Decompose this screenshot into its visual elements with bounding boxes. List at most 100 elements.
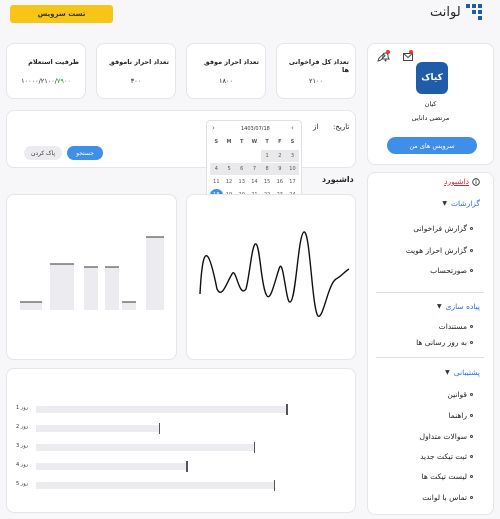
menu-label: گزارش فراخوانی xyxy=(413,224,467,233)
next-month-icon[interactable]: › xyxy=(212,124,215,132)
weekday: W xyxy=(251,139,258,145)
hbar xyxy=(36,406,286,413)
hbar-label: روز 3 xyxy=(16,443,29,449)
menu-label: صورتحساب xyxy=(430,266,467,275)
calendar-day[interactable]: 13 xyxy=(235,176,248,188)
calendar-day[interactable]: 7 xyxy=(248,163,261,175)
bullet-icon xyxy=(470,455,473,458)
menu-label: ثبت تیکت جدید xyxy=(420,452,467,461)
weekday: T xyxy=(265,139,269,145)
calendar-day[interactable]: 12 xyxy=(223,176,236,188)
stat-value: ۳۰۰ xyxy=(130,77,142,85)
logo-text: لوانت xyxy=(430,5,461,20)
hbar-end xyxy=(253,442,255,453)
sidebar-item-ticket-list[interactable]: لیست تیکت ها xyxy=(422,472,473,481)
bullet-icon xyxy=(470,269,473,272)
hbar-end xyxy=(186,461,188,472)
bullet-icon xyxy=(470,249,473,252)
bell-badge xyxy=(386,50,390,54)
sidebar-item-faq[interactable]: سوالات متداول xyxy=(420,432,473,441)
hbar-label: روز 4 xyxy=(16,462,29,468)
calendar-day[interactable]: 4 xyxy=(210,163,223,175)
bar-top xyxy=(105,266,119,268)
bullet-icon xyxy=(470,393,473,396)
sidebar-section-reports[interactable]: گزارشات ▼ xyxy=(442,199,480,208)
weekday: S xyxy=(214,139,219,145)
sidebar-section-implementation[interactable]: پیاده سازی ▼ xyxy=(437,302,480,311)
stat-value: ۲۱۰۰ xyxy=(309,77,323,85)
dashboard-title: داشبورد xyxy=(322,175,354,184)
stat-card-capacity: ظرفیت استعلام ۱۰۰۰۰/۲۱۰۰/۷۹۰۰ xyxy=(6,43,86,99)
sidebar-item-guide[interactable]: راهنما xyxy=(448,411,473,420)
calendar-day[interactable]: 8 xyxy=(260,163,274,175)
calendar-day[interactable]: 15 xyxy=(261,176,274,188)
bullet-icon xyxy=(470,325,473,328)
sidebar-item-invoice[interactable]: صورتحساب xyxy=(430,266,473,275)
hbar-end xyxy=(273,480,275,491)
sidebar-section-support[interactable]: پشتیبانی ▼ xyxy=(445,368,480,377)
calendar-day[interactable]: 10 xyxy=(286,163,299,175)
weekday: M xyxy=(226,139,232,145)
calendar-day xyxy=(210,150,223,162)
sidebar-item-contact[interactable]: تماس با لوانت xyxy=(422,493,473,502)
chevron-down-icon: ▼ xyxy=(437,303,442,310)
calendar-day[interactable]: 16 xyxy=(273,176,286,188)
sidebar-item-rules[interactable]: قوانین xyxy=(447,390,473,399)
calendar-day[interactable]: 14 xyxy=(248,176,261,188)
menu-label: قوانین xyxy=(447,390,467,399)
sidebar-item-auth-report[interactable]: گزارش احراز هویت xyxy=(406,246,473,255)
bar-top xyxy=(50,263,74,265)
test-service-button[interactable]: تست سرویس xyxy=(10,5,113,23)
bar xyxy=(50,264,74,310)
calendar-day[interactable]: 6 xyxy=(235,163,249,175)
bar-top xyxy=(122,301,136,303)
line-chart xyxy=(199,231,350,317)
profile-name: کیان xyxy=(424,100,437,108)
calendar-day[interactable]: 1 xyxy=(260,150,274,162)
calendar-week: 123 xyxy=(210,150,299,162)
sidebar-dashboard-label: داشبورد xyxy=(444,177,469,186)
bar xyxy=(20,302,42,310)
sidebar-item-docs[interactable]: مستندات xyxy=(439,322,473,331)
from-label: از xyxy=(313,123,319,131)
calendar-week: 11 12 13 14 15 16 17 xyxy=(210,176,299,188)
calendar-weekdays: SMTWTFS xyxy=(210,136,299,148)
sidebar-item-updates[interactable]: به روز رسانی ها xyxy=(416,338,473,347)
calendar-day xyxy=(235,150,248,162)
calendar-day[interactable]: 3 xyxy=(286,150,299,162)
date-label: تاریخ: xyxy=(333,123,350,131)
bullet-icon xyxy=(470,435,473,438)
calendar-day[interactable]: 9 xyxy=(273,163,287,175)
weekday: F xyxy=(278,139,282,145)
search-button[interactable]: جستجو xyxy=(67,146,103,160)
bullet-icon xyxy=(470,227,473,230)
my-services-button[interactable]: سرویس های من xyxy=(387,137,477,154)
menu-label: لیست تیکت ها xyxy=(421,472,467,481)
clear-button[interactable]: پاک کردن xyxy=(24,146,62,160)
stat-title: ظرفیت استعلام xyxy=(28,58,79,66)
bullet-icon xyxy=(470,341,473,344)
bar xyxy=(122,302,136,310)
menu-label: راهنما xyxy=(448,411,467,420)
mail-icon[interactable] xyxy=(403,53,413,61)
profile-role: مرتضی دانایی xyxy=(411,114,450,122)
weekday: S xyxy=(290,139,295,145)
sidebar-divider xyxy=(376,292,484,293)
sidebar-reports-label: گزارشات xyxy=(450,199,480,208)
bar-top xyxy=(20,301,42,303)
sidebar-item-new-ticket[interactable]: ثبت تیکت جدید xyxy=(420,452,473,461)
hbar xyxy=(36,444,254,451)
menu-label: تماس با لوانت xyxy=(422,493,467,502)
bar-top xyxy=(146,236,164,238)
filter-card: تاریخ: از جستجو پاک کردن xyxy=(6,110,356,168)
bullet-icon xyxy=(470,414,473,417)
calendar-day xyxy=(248,150,261,162)
sidebar-item-call-report[interactable]: گزارش فراخوانی xyxy=(413,224,473,233)
bar xyxy=(146,237,164,310)
calendar-day[interactable]: 17 xyxy=(286,176,299,188)
calendar-day[interactable]: 5 xyxy=(222,163,236,175)
prev-month-icon[interactable]: ‹ xyxy=(291,124,294,132)
sidebar-item-dashboard[interactable]: داشبورد xyxy=(444,177,480,186)
calendar-day[interactable]: 2 xyxy=(273,150,287,162)
calendar-day[interactable]: 11 xyxy=(210,176,223,188)
